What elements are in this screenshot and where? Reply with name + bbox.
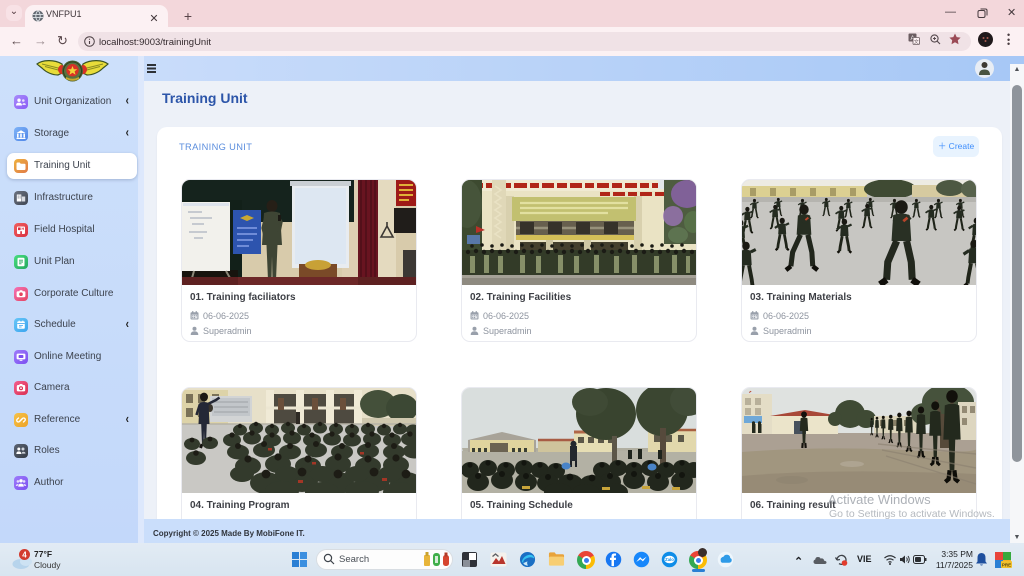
svg-text:4: 4 [22,550,27,559]
svg-text:PRE: PRE [1002,562,1011,567]
svg-text:Zalo: Zalo [665,557,674,562]
svg-text:文: 文 [914,38,919,45]
svg-text:H: H [21,227,24,231]
